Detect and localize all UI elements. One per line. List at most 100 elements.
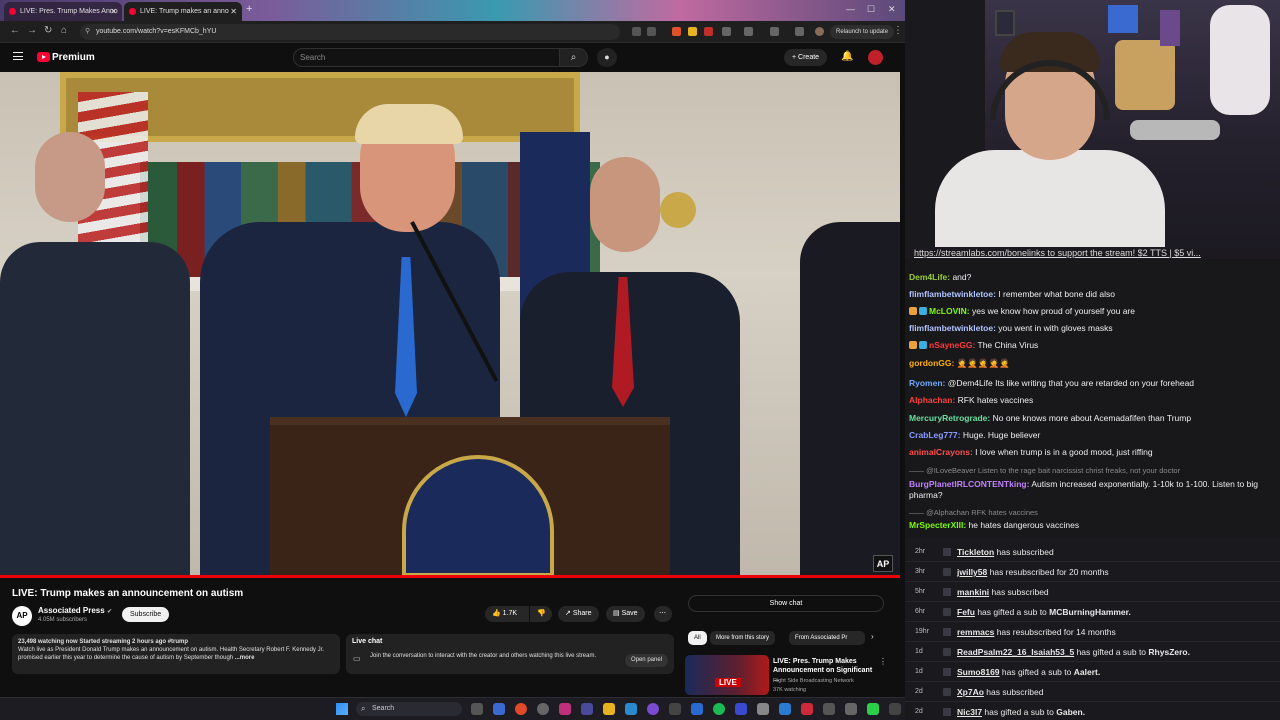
event-username[interactable]: remmacs	[957, 627, 994, 637]
event-username[interactable]: ReadPsalm22_16_Isaiah53_5	[957, 647, 1074, 657]
extension-icon[interactable]	[795, 27, 804, 36]
event-username[interactable]: Nic3l7	[957, 707, 982, 717]
hamburger-menu-icon[interactable]	[13, 52, 23, 60]
app-icon[interactable]	[559, 703, 571, 715]
event-username[interactable]: Tickleton	[957, 547, 994, 557]
app-icon[interactable]	[691, 703, 703, 715]
windows-start-icon[interactable]	[336, 703, 348, 715]
reload-icon[interactable]: ↻	[44, 25, 52, 36]
app-icon[interactable]	[581, 703, 593, 715]
close-window-icon[interactable]: ✕	[888, 4, 896, 15]
app-icon[interactable]	[537, 703, 549, 715]
event-gift-recipient[interactable]: Gaben.	[1056, 707, 1085, 717]
app-icon[interactable]	[735, 703, 747, 715]
search-button[interactable]: ⌕	[560, 48, 588, 67]
description-box[interactable]: 23,498 watching now Started streaming 2 …	[12, 634, 340, 674]
chip-from-associated-press[interactable]: From Associated Pr	[789, 631, 865, 645]
home-icon[interactable]: ⌂	[61, 25, 67, 36]
extensions-puzzle-icon[interactable]	[744, 27, 753, 36]
forward-icon[interactable]: →	[27, 25, 37, 36]
extension-icon[interactable]	[722, 27, 731, 36]
browser-menu-icon[interactable]: ⋮	[893, 25, 903, 36]
live-progress-bar[interactable]	[0, 575, 900, 578]
create-button[interactable]: + Create	[784, 49, 828, 66]
chip-more-from-story[interactable]: More from this story	[710, 631, 776, 645]
minimize-icon[interactable]: —	[846, 4, 855, 14]
tab-1[interactable]: LIVE: Pres. Trump Makes Anno ✕	[4, 2, 122, 21]
subscribe-button[interactable]: Subscribe	[122, 607, 170, 622]
chat-username[interactable]: MrSpecterXIII:	[909, 520, 966, 530]
taskbar-search-input[interactable]: Search	[356, 702, 462, 716]
event-username[interactable]: mankini	[957, 587, 989, 597]
open-panel-button[interactable]: Open panel	[624, 654, 668, 667]
tab-2[interactable]: LIVE: Trump makes an anno ✕	[124, 2, 242, 21]
event-username[interactable]: Sumo8169	[957, 667, 1000, 677]
site-info-icon[interactable]: ⚲	[85, 24, 90, 40]
recommended-video-thumbnail[interactable]: LIVE	[685, 655, 769, 695]
save-button[interactable]: ▤ Save	[606, 606, 645, 622]
chevron-right-icon[interactable]: ›	[871, 632, 874, 641]
chat-username[interactable]: nSayneGG:	[929, 340, 975, 350]
close-tab-icon[interactable]: ✕	[110, 2, 117, 21]
chat-username[interactable]: flimflambetwinkletoe:	[909, 323, 996, 333]
event-username[interactable]: Fefu	[957, 607, 975, 617]
more-actions-button[interactable]: ⋯	[654, 606, 672, 622]
search-input[interactable]: Search	[293, 48, 560, 67]
app-icon[interactable]	[823, 703, 835, 715]
event-gift-recipient[interactable]: Aalert.	[1074, 667, 1100, 677]
event-gift-recipient[interactable]: MCBurningHammer.	[1049, 607, 1131, 617]
video-player[interactable]	[0, 72, 900, 577]
maximize-icon[interactable]: ☐	[867, 4, 875, 15]
profile-avatar[interactable]	[815, 27, 824, 36]
dislike-button[interactable]: 👎	[530, 606, 552, 622]
relaunch-button[interactable]: Relaunch to update	[830, 25, 895, 39]
new-tab-icon[interactable]: +	[246, 3, 252, 15]
share-button[interactable]: ↗ Share	[558, 606, 599, 622]
chat-username[interactable]: BurgPlanetIRLCONTENTking:	[909, 479, 1029, 489]
chat-username[interactable]: flimflambetwinkletoe:	[909, 289, 996, 299]
chat-username[interactable]: CrabLeg777:	[909, 430, 961, 440]
event-gift-recipient[interactable]: RhysZero.	[1148, 647, 1190, 657]
chat-username[interactable]: @ILoveBeaver	[926, 466, 976, 475]
chat-username[interactable]: Alphachan:	[909, 395, 955, 405]
more-vertical-icon[interactable]: ⋮	[879, 657, 887, 666]
app-icon[interactable]	[889, 703, 901, 715]
url-field[interactable]: ⚲ youtube.com/watch?v=esKFMCb_hYU	[80, 24, 620, 40]
event-username[interactable]: jwilly58	[957, 567, 987, 577]
app-icon[interactable]	[647, 703, 659, 715]
chip-all[interactable]: All	[688, 631, 707, 645]
app-icon[interactable]	[625, 703, 637, 715]
like-button[interactable]: 👍 1.7K	[485, 606, 529, 622]
cast-icon[interactable]	[770, 27, 779, 36]
install-app-icon[interactable]	[632, 27, 641, 36]
app-icon[interactable]	[779, 703, 791, 715]
channel-avatar[interactable]: AP	[12, 606, 32, 626]
extension-icon[interactable]	[688, 27, 697, 36]
app-icon[interactable]	[801, 703, 813, 715]
chat-username[interactable]: @Alphachan	[926, 508, 969, 517]
chat-username[interactable]: animalCrayons:	[909, 447, 973, 457]
bookmark-star-icon[interactable]	[647, 27, 656, 36]
chat-username[interactable]: Dem4Life:	[909, 272, 950, 282]
youtube-premium-logo[interactable]: Premium	[52, 52, 95, 63]
event-username[interactable]: Xp7Ao	[957, 687, 984, 697]
app-icon[interactable]	[867, 703, 879, 715]
recommended-video-channel[interactable]: Right Side Broadcasting Network	[773, 678, 854, 684]
spotify-icon[interactable]	[713, 703, 725, 715]
app-icon[interactable]	[845, 703, 857, 715]
close-tab-icon[interactable]: ✕	[230, 2, 237, 21]
extension-icon[interactable]	[704, 27, 713, 36]
notifications-bell-icon[interactable]: 🔔	[841, 51, 853, 62]
voice-search-button[interactable]: ●	[597, 48, 617, 67]
chat-username[interactable]: MercuryRetrograde:	[909, 413, 990, 423]
extension-icon[interactable]	[672, 27, 681, 36]
app-icon[interactable]	[493, 703, 505, 715]
channel-name[interactable]: Associated Press ✔	[38, 606, 112, 615]
app-icon[interactable]	[669, 703, 681, 715]
file-explorer-icon[interactable]	[603, 703, 615, 715]
chat-username[interactable]: gordonGG:	[909, 358, 954, 368]
youtube-logo-icon[interactable]	[37, 52, 50, 62]
chat-username[interactable]: McLOVIN:	[929, 306, 970, 316]
chrome-icon[interactable]	[515, 703, 527, 715]
show-chat-button[interactable]: Show chat	[688, 595, 884, 612]
